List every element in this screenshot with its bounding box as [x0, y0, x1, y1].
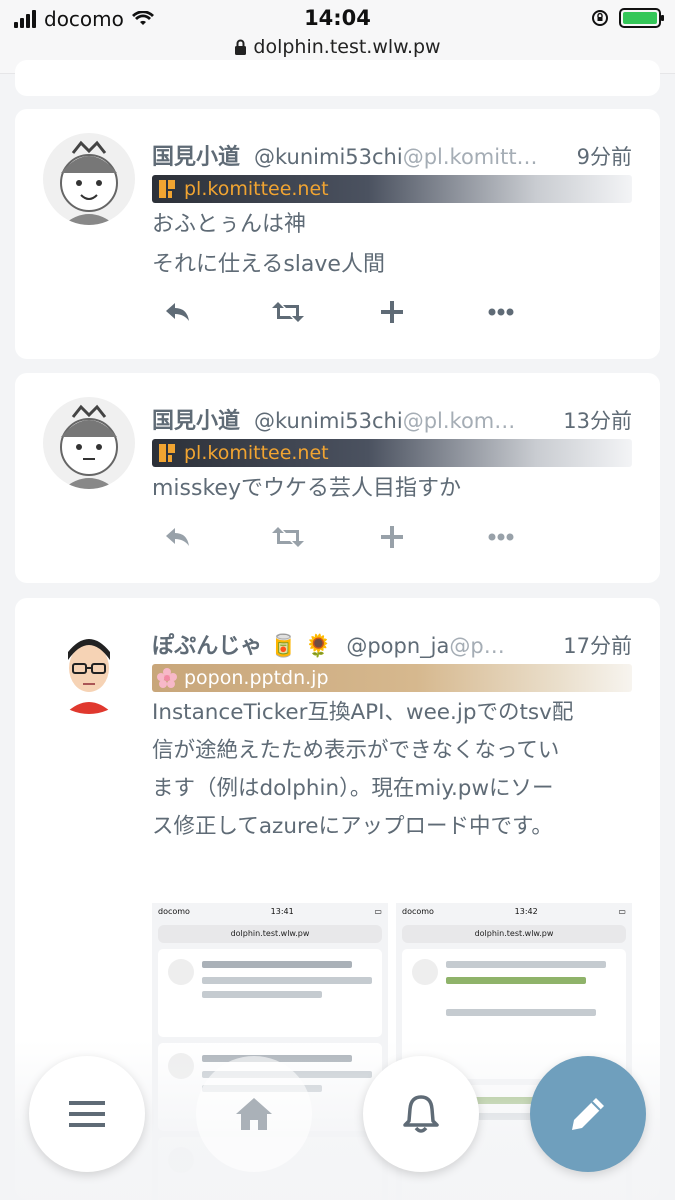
rotation-lock-icon: [592, 10, 608, 26]
renote-icon: [272, 302, 304, 322]
avatar[interactable]: [43, 622, 135, 714]
note-text: おふとぅんは神 それに仕えるslave人間: [152, 212, 385, 277]
username[interactable]: @popn_ja@p…: [346, 634, 551, 658]
note-time[interactable]: 17分前: [563, 630, 632, 660]
note-header: 国見小道 @kunimi53chi@pl.kom… 13分前: [152, 403, 632, 437]
note-header: ぽぷんじゃ 🥫 🌻 @popn_ja@p… 17分前: [152, 628, 632, 662]
plus-icon: [381, 526, 403, 548]
home-icon: [236, 1098, 272, 1130]
note-text: InstanceTicker互換API、wee.jpでのtsv配 信が途絶えたた…: [152, 700, 574, 839]
username[interactable]: @kunimi53chi@pl.komitt…: [254, 145, 565, 169]
note-card-partial: [15, 60, 660, 96]
more-icon: [488, 308, 514, 316]
avatar[interactable]: [43, 133, 135, 225]
instance-name: pl.komittee.net: [184, 442, 329, 464]
display-name[interactable]: 国見小道: [152, 403, 240, 435]
home-button[interactable]: [196, 1056, 312, 1172]
instance-ticker: pl.komittee.net: [152, 175, 632, 203]
pencil-icon: [572, 1098, 604, 1130]
compose-button[interactable]: [530, 1056, 646, 1172]
note-card[interactable]: 国見小道 @kunimi53chi@pl.komitt… 9分前 pl.komi…: [15, 109, 660, 359]
lock-icon: [235, 39, 247, 55]
renote-button[interactable]: [260, 294, 368, 330]
plus-icon: [381, 301, 403, 323]
instance-ticker: pl.komittee.net: [152, 439, 632, 467]
more-icon: [488, 533, 514, 541]
note-card[interactable]: 国見小道 @kunimi53chi@pl.kom… 13分前 pl.komitt…: [15, 373, 660, 583]
instance-name: popon.pptdn.jp: [184, 667, 329, 689]
note-time[interactable]: 13分前: [563, 405, 632, 435]
note-time[interactable]: 9分前: [577, 141, 632, 171]
instance-ticker: popon.pptdn.jp: [152, 664, 632, 692]
reply-icon: [166, 528, 189, 546]
instance-icon: [159, 180, 175, 198]
note-text: misskeyでウケる芸人目指すか: [152, 476, 461, 501]
instance-name: pl.komittee.net: [184, 178, 329, 200]
react-button[interactable]: [368, 519, 476, 555]
more-button[interactable]: [476, 294, 584, 330]
note-actions: [152, 294, 584, 330]
flower-icon: [157, 668, 177, 688]
notifications-button[interactable]: [363, 1056, 479, 1172]
reply-icon: [166, 303, 189, 321]
note-actions: [152, 519, 584, 555]
more-button[interactable]: [476, 519, 584, 555]
note-header: 国見小道 @kunimi53chi@pl.komitt… 9分前: [152, 139, 632, 173]
renote-button[interactable]: [260, 519, 368, 555]
display-name[interactable]: 国見小道: [152, 139, 240, 171]
reply-button[interactable]: [152, 294, 260, 330]
username[interactable]: @kunimi53chi@pl.kom…: [254, 409, 551, 433]
bell-icon: [403, 1095, 439, 1133]
url-text: dolphin.test.wlw.pw: [253, 36, 441, 58]
clock: 14:04: [304, 6, 371, 30]
menu-icon: [69, 1101, 105, 1127]
renote-icon: [272, 527, 304, 547]
url-bar[interactable]: dolphin.test.wlw.pw: [0, 36, 675, 58]
instance-icon: [159, 444, 175, 462]
battery-icon: [619, 8, 664, 28]
reply-button[interactable]: [152, 519, 260, 555]
avatar[interactable]: [43, 397, 135, 489]
menu-button[interactable]: [29, 1056, 145, 1172]
react-button[interactable]: [368, 294, 476, 330]
display-name[interactable]: ぽぷんじゃ 🥫 🌻: [152, 628, 332, 660]
